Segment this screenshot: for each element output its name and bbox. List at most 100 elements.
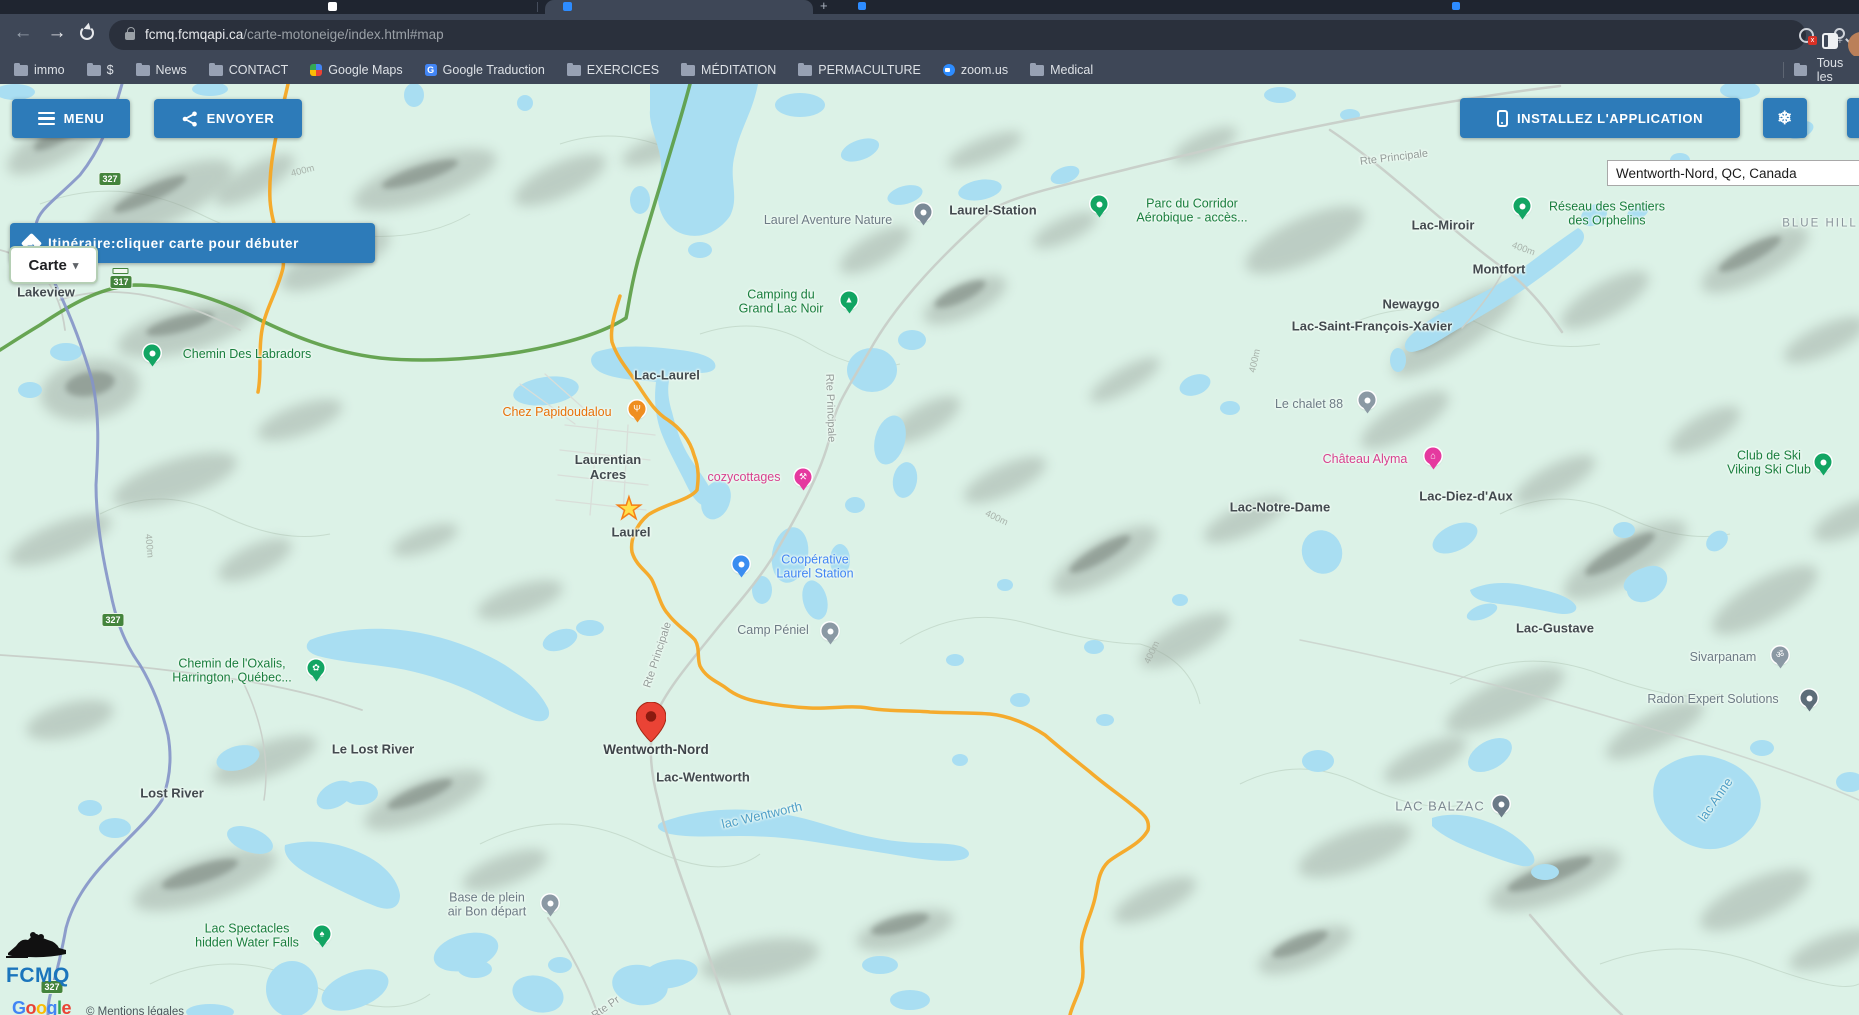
map-label-blue-hill: BLUE HILL — [1782, 217, 1858, 230]
url-text: fcmq.fcmqapi.ca/carte-motoneige/index.ht… — [145, 20, 444, 50]
folder-icon — [567, 65, 581, 76]
star-marker[interactable]: ★ — [616, 492, 643, 527]
bookmark--[interactable]: $ — [87, 63, 114, 77]
poi-pin-base-plein-air[interactable] — [542, 895, 559, 912]
poi-pin-lac-balzac[interactable] — [1493, 796, 1510, 813]
bookmarks-overflow[interactable]: Tous les — [1783, 56, 1859, 84]
map-canvas[interactable]: Laurel Aventure NatureLaurel-StationParc… — [0, 84, 1859, 1015]
route-shield-327: 327 — [98, 172, 121, 186]
bookmark-exercices[interactable]: EXERCICES — [567, 63, 659, 77]
map-label-lac-laurel: Lac-Laurel — [634, 369, 700, 384]
map-label-laurentian-acres: LaurentianAcres — [575, 453, 641, 483]
poi-pin-chemin-oxalis[interactable]: ✿ — [308, 660, 325, 677]
map-type-dropdown[interactable]: Carte ▾ — [9, 246, 98, 284]
map-label-sivarpanam: Sivarpanam — [1690, 650, 1757, 664]
bookmark-label: MÉDITATION — [701, 63, 776, 77]
tab-favicon[interactable] — [858, 2, 866, 10]
map-label-laurel-station: Laurel-Station — [949, 204, 1036, 219]
menu-button[interactable]: MENU — [12, 99, 130, 138]
poi-pin-cooperative-laurel-station[interactable] — [733, 556, 750, 573]
bookmark-label: immo — [34, 63, 65, 77]
map-label-reseau-sentiers: Réseau des Sentiersdes Orphelins — [1549, 200, 1665, 229]
legal-attribution-link[interactable]: © Mentions légales — [86, 1006, 184, 1015]
bookmark-contact[interactable]: CONTACT — [209, 63, 289, 77]
profile-avatar[interactable] — [1848, 32, 1859, 58]
bookmark-permaculture[interactable]: PERMACULTURE — [798, 63, 921, 77]
poi-pin-camp-peniel[interactable] — [822, 623, 839, 640]
map-label-wentworth-nord: Wentworth-Nord — [603, 742, 708, 758]
active-tab[interactable] — [545, 0, 813, 14]
side-panel-icon[interactable] — [1822, 33, 1838, 49]
install-app-label: INSTALLEZ L'APPLICATION — [1517, 111, 1703, 126]
map-label-chez-papidoudalou: Chez Papidoudalou — [502, 405, 611, 419]
poi-pin-club-de-ski-viking[interactable] — [1815, 454, 1832, 471]
map-label-laurel-aventure-nature: Laurel Aventure Nature — [764, 213, 892, 227]
tab-divider — [537, 2, 538, 12]
poi-pin-cozycottages[interactable]: ⚒ — [795, 469, 812, 486]
poi-pin-chez-papidoudalou[interactable]: Ψ — [629, 401, 646, 418]
map-label-lac-saint-francois-xavier: Lac-Saint-François-Xavier — [1292, 320, 1452, 335]
poi-pin-sivarpanam[interactable]: ॐ — [1772, 647, 1789, 664]
bookmark-label: EXERCICES — [587, 63, 659, 77]
map-label-cozycottages: cozycottages — [708, 470, 781, 484]
gtrans-icon: G — [425, 64, 437, 76]
map-label-rte-principale-c: Rte Principale — [822, 374, 837, 443]
zoom-icon — [943, 64, 955, 76]
folder-icon — [1794, 65, 1807, 76]
envoyer-button[interactable]: ENVOYER — [154, 99, 302, 138]
bookmark-zoom-us[interactable]: zoom.us — [943, 63, 1008, 77]
bookmark-label: Google Traduction — [443, 63, 545, 77]
poi-pin-radon-expert-solutions[interactable] — [1801, 690, 1818, 707]
map-label-laurel: Laurel — [611, 526, 650, 541]
bookmark-news[interactable]: News — [136, 63, 187, 77]
back-icon[interactable]: ← — [8, 18, 38, 48]
bookmark-m-ditation[interactable]: MÉDITATION — [681, 63, 776, 77]
bookmark-google-traduction[interactable]: G Google Traduction — [425, 63, 545, 77]
map-label-chateau-alyma: Château Alyma — [1323, 452, 1408, 466]
extension-icon[interactable]: x — [1799, 28, 1814, 43]
bookmark-label: CONTACT — [229, 63, 289, 77]
map-label-lost-river: Lost River — [140, 787, 204, 802]
snowflake-button[interactable]: ❄ — [1763, 98, 1807, 138]
folder-icon — [681, 65, 695, 76]
bookmark-label: News — [156, 63, 187, 77]
bookmark-label: zoom.us — [961, 63, 1008, 77]
google-logo: Google — [12, 998, 71, 1015]
active-tab-favicon — [563, 2, 572, 11]
map-label-lakeview: Lakeview — [17, 286, 75, 301]
map-label-base-plein-air: Base de pleinair Bon départ — [448, 891, 527, 920]
poi-pin-lac-spectacles[interactable]: ♠ — [314, 926, 331, 943]
poi-pin-chemin-des-labradors[interactable] — [144, 345, 161, 362]
url-bar[interactable]: fcmq.fcmqapi.ca/carte-motoneige/index.ht… — [109, 20, 1806, 50]
poi-pin-chateau-alyma[interactable]: ⌂ — [1425, 448, 1442, 465]
new-tab-button[interactable]: + — [820, 0, 828, 13]
forward-icon[interactable]: → — [42, 18, 72, 48]
bookmark-medical[interactable]: Medical — [1030, 63, 1093, 77]
poi-pin-laurel-aventure-nature[interactable] — [915, 204, 932, 221]
edge-partial-button[interactable] — [1847, 98, 1859, 138]
bookmarks-bar: immo $ News CONTACT Google Maps G Google Tradu… — [0, 56, 1859, 84]
poi-pin-reseau-sentiers[interactable] — [1514, 198, 1531, 215]
poi-pin-le-chalet-88[interactable] — [1359, 392, 1376, 409]
map-label-lac-spectacles: Lac Spectacleshidden Water Falls — [195, 922, 299, 951]
tab-favicon-right[interactable] — [1452, 2, 1460, 10]
poi-pin-parc-du-corridor[interactable] — [1091, 196, 1108, 213]
browser-toolbar: ← → fcmq.fcmqapi.ca/carte-motoneige/inde… — [0, 14, 1859, 56]
map-label-lac-balzac: LAC BALZAC — [1395, 800, 1484, 815]
map-label-lac-miroir: Lac-Miroir — [1412, 219, 1475, 234]
bookmark-google-maps[interactable]: Google Maps — [310, 63, 402, 77]
search-input[interactable] — [1607, 160, 1859, 186]
red-location-marker[interactable] — [636, 702, 666, 742]
reload-icon[interactable] — [80, 26, 94, 40]
bookmark-label: $ — [107, 63, 114, 77]
map-label-le-lost-river: Le Lost River — [332, 743, 414, 758]
fcmq-logo: FCMQ — [6, 929, 70, 988]
inactive-tab-favicon[interactable] — [328, 2, 337, 11]
lock-icon — [125, 32, 135, 40]
bookmarks-divider — [1783, 62, 1784, 78]
snowmobile-icon — [6, 929, 70, 959]
route-shield-317: 317 — [109, 275, 132, 289]
poi-pin-camping-grand-lac-noir[interactable]: ▲ — [841, 292, 858, 309]
install-app-button[interactable]: INSTALLEZ L'APPLICATION — [1460, 98, 1740, 138]
bookmark-immo[interactable]: immo — [14, 63, 65, 77]
